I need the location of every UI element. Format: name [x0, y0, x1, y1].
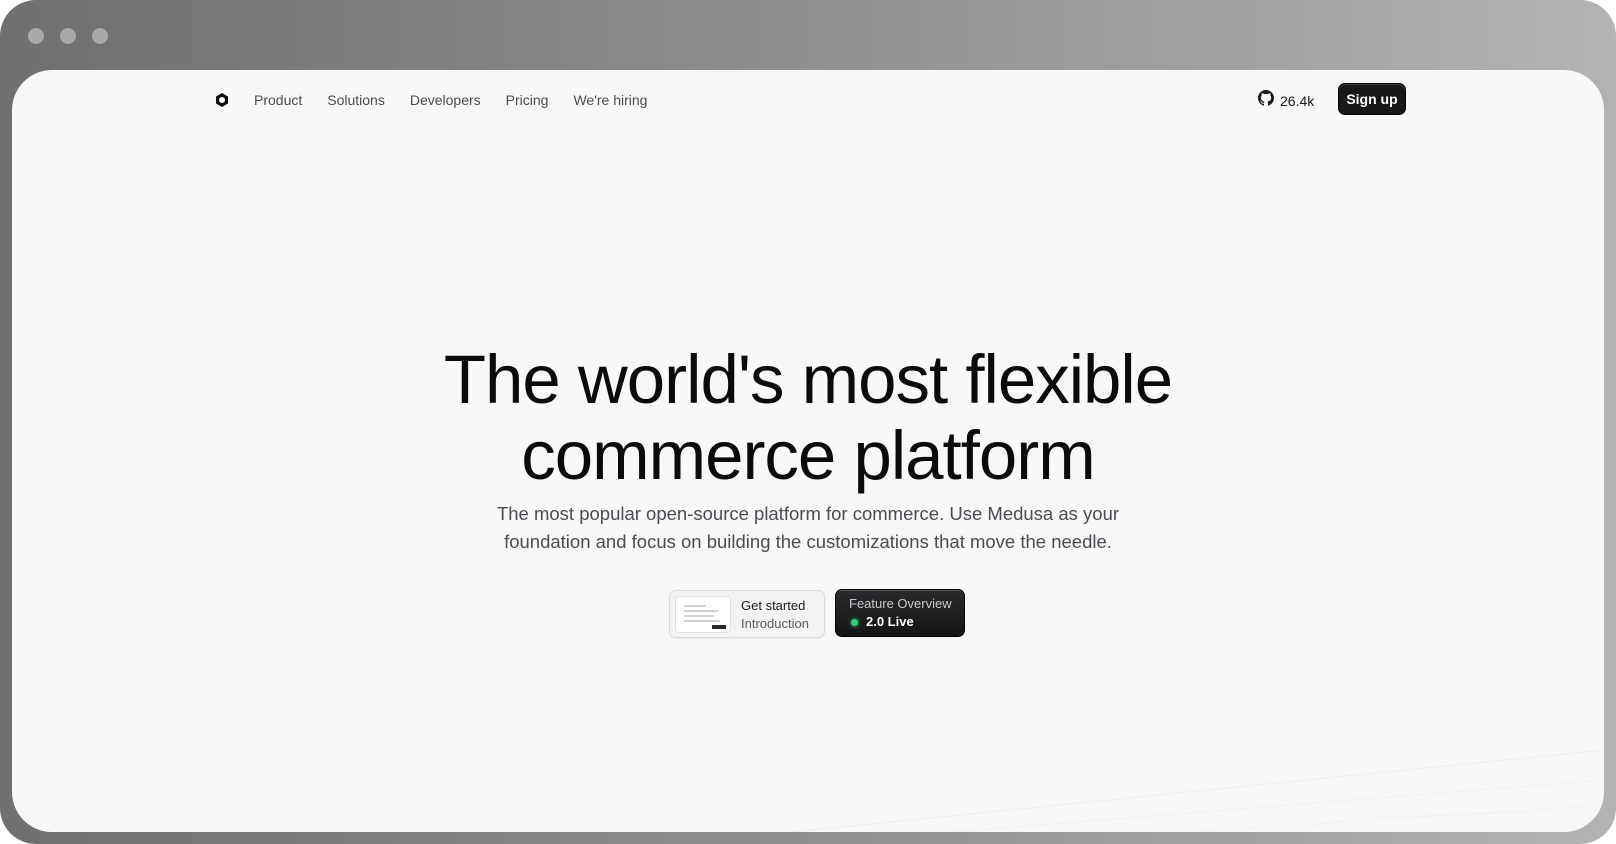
- nav-link-developers[interactable]: Developers: [410, 89, 481, 111]
- hero-title: The world's most flexible commerce platf…: [12, 342, 1604, 494]
- hero-subtitle-line2: foundation and focus on building the cus…: [504, 531, 1112, 552]
- feature-overview-button[interactable]: Feature Overview 2.0 Live: [835, 589, 965, 637]
- github-icon: [1258, 90, 1274, 111]
- hero-title-line2: commerce platform: [521, 417, 1095, 494]
- hero-subtitle-line1: The most popular open-source platform fo…: [496, 503, 1120, 524]
- nav-link-product[interactable]: Product: [254, 89, 302, 111]
- docs-thumbnail-image: [675, 596, 731, 633]
- feature-overview-title: Feature Overview: [849, 596, 952, 611]
- medusa-logo-icon[interactable]: [214, 92, 230, 108]
- nav-link-pricing[interactable]: Pricing: [506, 89, 549, 111]
- window-maximize-dot[interactable]: [92, 28, 108, 44]
- signup-button[interactable]: Sign up: [1338, 83, 1406, 115]
- get-started-subtitle: Introduction: [741, 616, 809, 631]
- feature-overview-version: 2.0 Live: [866, 614, 914, 629]
- get-started-title: Get started: [741, 598, 806, 613]
- page-viewport: Product Solutions Developers Pricing We'…: [12, 70, 1604, 832]
- nav-link-solutions[interactable]: Solutions: [327, 89, 385, 111]
- nav-links: Product Solutions Developers Pricing We'…: [254, 89, 647, 111]
- github-stars-link[interactable]: 26.4k: [1258, 90, 1314, 111]
- get-started-button[interactable]: Get started Introduction: [669, 590, 825, 638]
- nav-link-hiring[interactable]: We're hiring: [573, 89, 647, 111]
- top-nav: Product Solutions Developers Pricing We'…: [12, 70, 1604, 130]
- window-minimize-dot[interactable]: [60, 28, 76, 44]
- browser-frame: Product Solutions Developers Pricing We'…: [0, 0, 1616, 844]
- github-stars-count: 26.4k: [1280, 92, 1315, 109]
- hero-title-line1: The world's most flexible: [443, 341, 1173, 418]
- hero-subtitle: The most popular open-source platform fo…: [12, 500, 1604, 556]
- background-grid-decoration: [792, 749, 1604, 832]
- window-close-dot[interactable]: [28, 28, 44, 44]
- live-status-dot-icon: [851, 619, 858, 626]
